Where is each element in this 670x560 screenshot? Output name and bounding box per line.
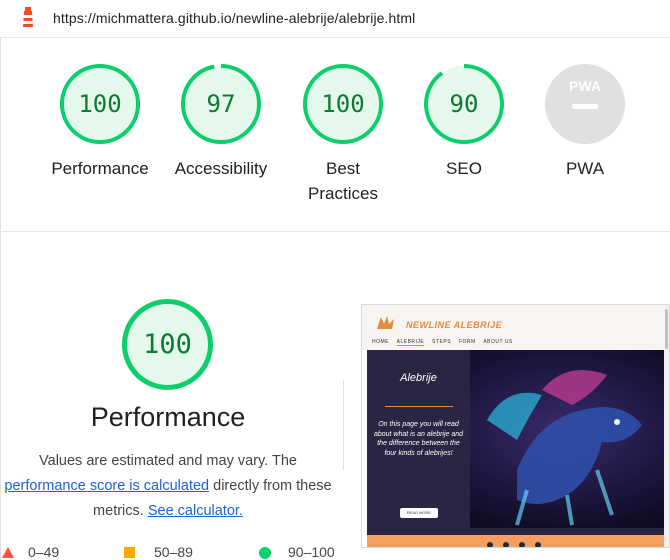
section-divider (0, 231, 670, 232)
preview-nav-item: HOME (372, 339, 389, 345)
gauge-label: Best Practices (308, 159, 378, 203)
youtube-icon (519, 542, 525, 547)
vertical-divider (343, 380, 344, 470)
gauge-best-practices[interactable]: 100 Best Practices (288, 62, 398, 206)
gauge-score: 97 (206, 90, 236, 118)
desc-text: Values are estimated and may vary. The (39, 453, 297, 469)
facebook-icon (503, 542, 509, 547)
preview-nav-item: ALEBRIJE (396, 339, 425, 346)
performance-description: Values are estimated and may vary. The p… (0, 449, 346, 524)
preview-read-more-button: READ MORE (400, 508, 438, 518)
preview-hero: Alebrije On this page you will read abou… (367, 350, 665, 528)
gauge-label: PWA (565, 159, 605, 178)
lighthouse-icon (23, 7, 33, 27)
alebrije-logo-icon (377, 316, 394, 329)
gauge-label: Performance (51, 159, 149, 178)
gauge-performance[interactable]: 100 Performance (45, 62, 155, 181)
gauge-label: SEO (446, 159, 482, 178)
gauge-accessibility[interactable]: 97 Accessibility (166, 62, 276, 181)
preview-footer-bar (367, 528, 665, 535)
gauge-seo[interactable]: 90 SEO (409, 62, 519, 181)
preview-divider (385, 406, 453, 407)
see-calculator-link[interactable]: See calculator. (148, 503, 243, 519)
preview-nav-item: STEPS (432, 339, 452, 345)
legend-fail-range: 0–49 (28, 544, 60, 560)
pass-circle-icon (259, 547, 271, 559)
url-bar: https://michmattera.github.io/newline-al… (0, 0, 670, 38)
preview-brand: NEWLINE ALEBRIJE (406, 320, 503, 330)
legend-average-range: 50–89 (154, 544, 193, 560)
github-icon (535, 542, 541, 547)
preview-scrollbar (664, 305, 669, 547)
preview-hero-title: Alebrije (400, 372, 437, 384)
pwa-badge: PWA (545, 64, 625, 144)
pwa-icon: PWA (569, 78, 601, 94)
average-square-icon (124, 547, 135, 558)
preview-header: NEWLINE ALEBRIJE HOME ALEBRIJE STEPS FOR… (362, 305, 669, 350)
preview-social-icons (487, 535, 557, 547)
preview-footer (367, 528, 665, 547)
gauge-score: 100 (321, 90, 365, 118)
gauge-score: 100 (78, 90, 122, 118)
preview-nav-item: FORM (458, 339, 476, 345)
instagram-icon (487, 542, 493, 547)
preview-hero-text: On this page you will read about what is… (373, 421, 464, 457)
score-calculated-link[interactable]: performance score is calculated (4, 478, 209, 494)
gauge-label: Accessibility (174, 159, 268, 178)
gauge-pwa[interactable]: PWA PWA (530, 62, 640, 181)
preview-hero-panel: Alebrije On this page you will read abou… (367, 350, 470, 528)
page-url[interactable]: https://michmattera.github.io/newline-al… (53, 10, 415, 26)
preview-nav-item: ABOUT US (483, 339, 513, 345)
category-gauges: 100 Performance 97 Accessibility 100 Bes… (0, 62, 670, 222)
performance-title: Performance (90, 402, 246, 432)
preview-nav: HOME ALEBRIJE STEPS FORM ABOUT US (372, 339, 519, 346)
legend-pass-range: 90–100 (288, 544, 335, 560)
gauge-score: 90 (449, 90, 479, 118)
final-screenshot[interactable]: NEWLINE ALEBRIJE HOME ALEBRIJE STEPS FOR… (361, 304, 670, 548)
fail-triangle-icon (2, 547, 14, 558)
performance-score: 100 (143, 329, 192, 360)
preview-scroll-thumb (665, 309, 668, 349)
